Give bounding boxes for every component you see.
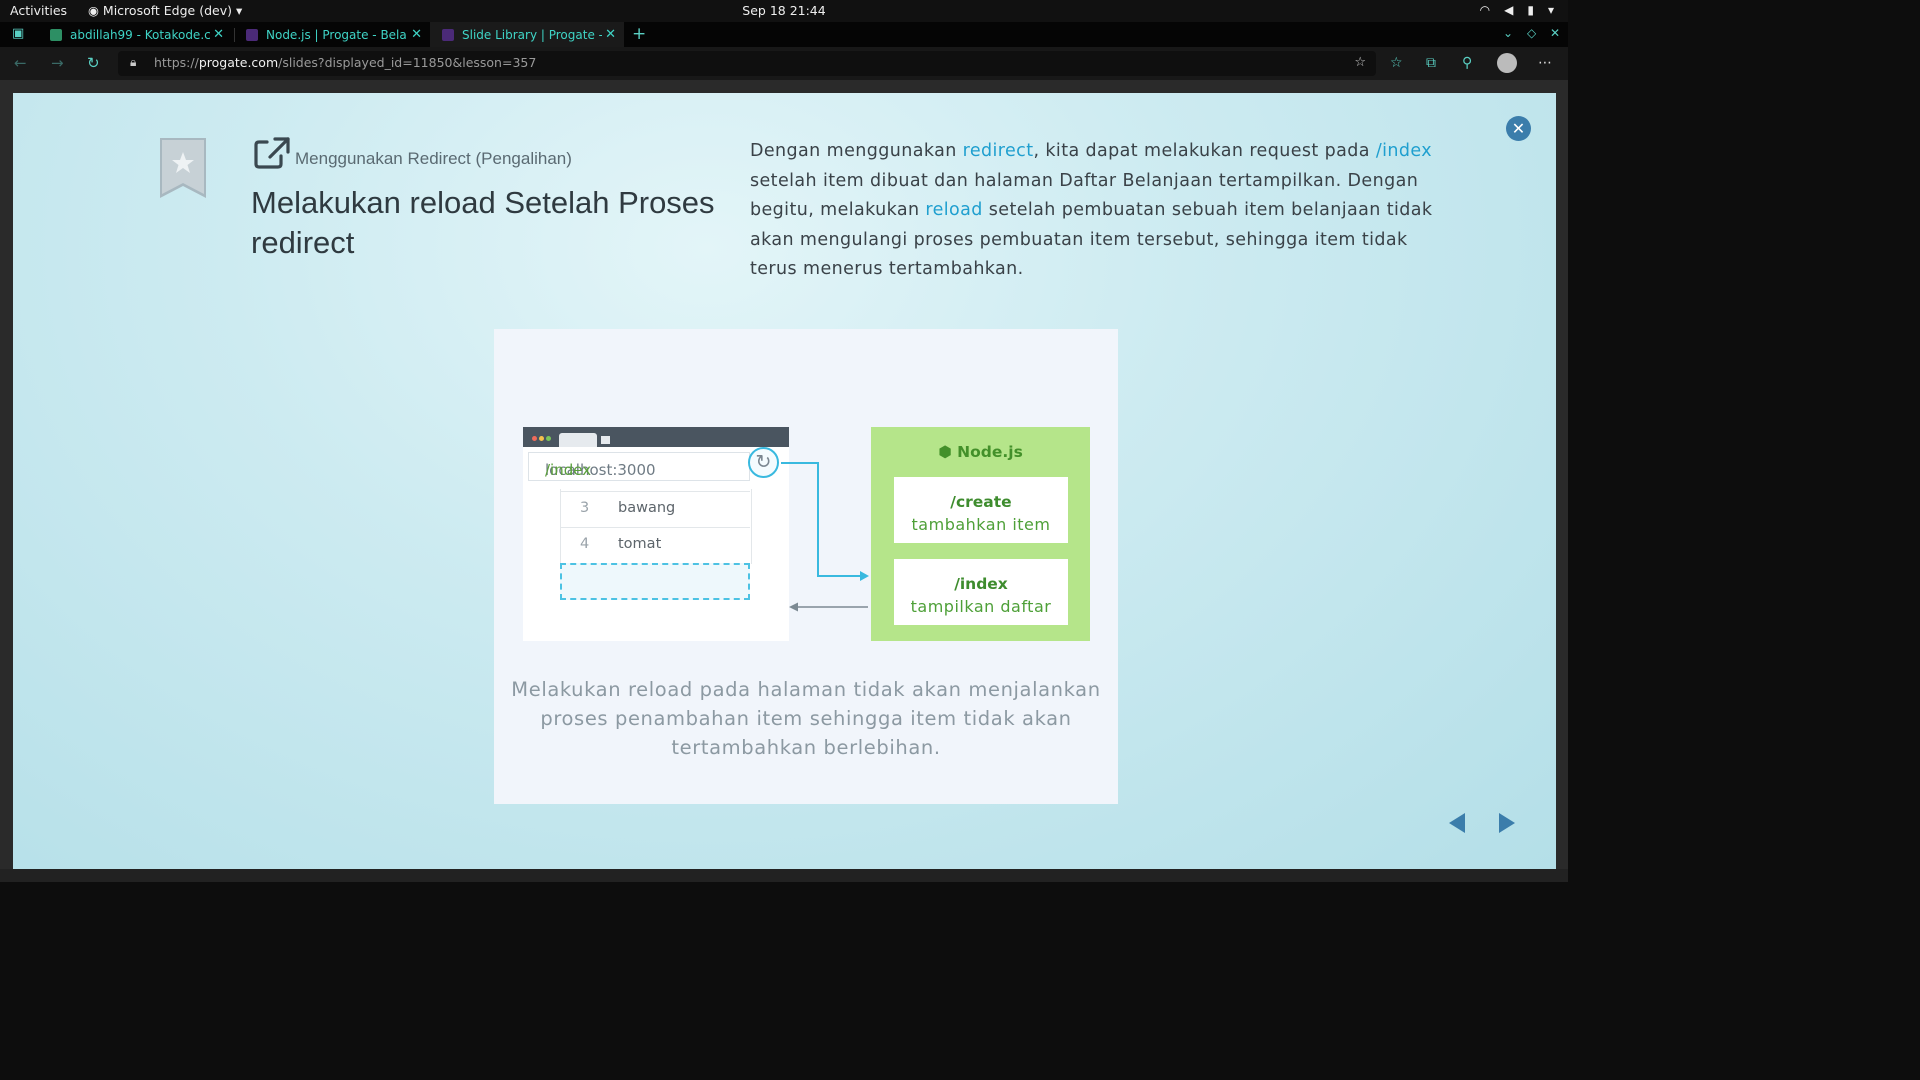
- highlight-index: /index: [1375, 141, 1433, 161]
- system-top-bar: Activities ◉ Microsoft Edge (dev) ▾ Sep …: [0, 0, 1568, 22]
- tab-strip: ▣ abdillah99 - Kotakode.com ✕ Node.js | …: [0, 22, 1568, 47]
- tab-title: Node.js | Progate - Belajar: [266, 27, 406, 42]
- slide-modal: ✕ Menggunakan Redirect (Pengalihan) Mela…: [13, 93, 1556, 869]
- restore-icon[interactable]: ◇: [1527, 26, 1536, 40]
- activities-button[interactable]: Activities: [10, 3, 67, 18]
- close-tab-icon[interactable]: ✕: [605, 27, 616, 42]
- tab-nodejs-progate[interactable]: Node.js | Progate - Belajar ✕: [234, 22, 430, 47]
- external-link-icon: [254, 137, 290, 169]
- tab-slide-library[interactable]: Slide Library | Progate - Belajar ✕: [430, 22, 624, 47]
- url-text[interactable]: https://progate.com/slides?displayed_id=…: [154, 55, 536, 70]
- power-menu-icon: ▾: [1547, 3, 1554, 17]
- lesson-subtitle: Menggunakan Redirect (Pengalihan): [295, 149, 572, 168]
- forward-icon[interactable]: →: [51, 54, 64, 72]
- flow-arrows: [781, 462, 869, 612]
- navigation-bar: ← → ↻ 🔒︎ https://progate.com/slides?disp…: [0, 47, 1568, 80]
- lock-icon[interactable]: 🔒︎: [130, 55, 136, 70]
- illustration-card: localhost:3000/index ↻ 3 bawang 4 tomat …: [494, 329, 1118, 804]
- reload-arrowhead: [860, 571, 869, 581]
- address-bar[interactable]: 🔒︎ https://progate.com/slides?displayed_…: [118, 51, 1376, 76]
- close-window-icon[interactable]: ✕: [1550, 26, 1560, 40]
- slide-title: Melakukan reload Setelah Proses redirect: [251, 185, 715, 260]
- extensions-icon[interactable]: ⚲: [1462, 55, 1472, 71]
- reload-icon[interactable]: ↻: [87, 54, 100, 72]
- tab-kotakode[interactable]: abdillah99 - Kotakode.com ✕: [38, 22, 232, 47]
- volume-icon: ◀: [1504, 3, 1514, 17]
- back-icon[interactable]: ←: [14, 54, 27, 72]
- profile-avatar[interactable]: [1497, 53, 1517, 73]
- response-arrowhead: [789, 602, 798, 612]
- tab-list-chevron-icon[interactable]: ⌄: [1503, 26, 1513, 40]
- close-tab-icon[interactable]: ✕: [411, 27, 422, 42]
- battery-icon: ▮: [1527, 3, 1534, 17]
- tab-title: abdillah99 - Kotakode.com: [70, 27, 210, 42]
- next-slide-button[interactable]: [1497, 811, 1517, 835]
- close-slide-button[interactable]: ✕: [1506, 116, 1531, 141]
- chevron-down-icon: ▾: [236, 3, 243, 18]
- more-menu-icon[interactable]: ⋯: [1538, 55, 1552, 71]
- close-tab-icon[interactable]: ✕: [213, 27, 224, 42]
- reload-request-arrow: [781, 462, 864, 577]
- system-tray[interactable]: ◠ ◀ ▮ ▾: [1480, 3, 1554, 17]
- progate-favicon-icon: [246, 28, 258, 41]
- progate-favicon-icon: [442, 28, 454, 41]
- highlight-reload: reload: [925, 200, 983, 221]
- collections-icon[interactable]: ⧉: [1426, 55, 1436, 71]
- tab-actions-icon[interactable]: ▣: [12, 26, 24, 41]
- app-menu[interactable]: ◉ Microsoft Edge (dev) ▾: [88, 3, 242, 18]
- illustration-caption: Melakukan reload pada halaman tidak akan…: [511, 678, 1101, 759]
- app-name: Microsoft Edge (dev): [102, 3, 232, 18]
- favorites-icon[interactable]: ☆: [1390, 55, 1403, 71]
- new-tab-icon[interactable]: +: [632, 24, 646, 44]
- highlight-redirect: redirect: [962, 141, 1034, 161]
- tab-title: Slide Library | Progate - Belajar: [462, 27, 602, 42]
- bottom-scrollbar[interactable]: [0, 869, 1568, 882]
- add-favorite-icon[interactable]: ☆: [1354, 55, 1366, 70]
- wifi-icon: ◠: [1479, 3, 1491, 17]
- edge-icon: ◉: [88, 3, 99, 18]
- previous-slide-button[interactable]: [1447, 811, 1467, 835]
- bookmark-icon[interactable]: [160, 138, 206, 198]
- slide-description: Dengan menggunakan redirect, kita dapat …: [750, 141, 1433, 280]
- kotakode-favicon-icon: [50, 28, 62, 41]
